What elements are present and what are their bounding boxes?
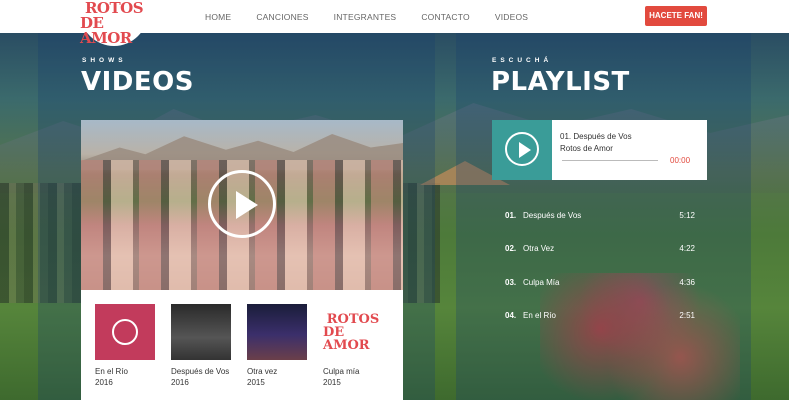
playlist-track[interactable]: 01. Después de Vos 5:12 <box>505 211 695 223</box>
thumb-caption: En el Río 2016 <box>95 366 175 388</box>
track-duration: 4:36 <box>679 278 695 287</box>
thumb-image <box>95 304 155 360</box>
video-player[interactable] <box>81 120 403 290</box>
thumb-logo: ROTOS DE AMOR <box>323 304 383 360</box>
nav-canciones[interactable]: CANCIONES <box>256 12 308 22</box>
video-thumb-4[interactable]: ROTOS DE AMOR Culpa mía 2015 <box>323 304 383 387</box>
thumb-logo-line2: DE AMOR <box>323 324 370 353</box>
playlist-kicker: ESCUCHÁ <box>492 57 553 64</box>
logo[interactable]: ROTOS DE AMOR <box>80 0 148 46</box>
logo-line2: DE AMOR <box>80 13 132 47</box>
playlist-track[interactable]: 03. Culpa Mía 4:36 <box>505 278 695 290</box>
thumb-image <box>247 304 307 360</box>
track-title: Culpa Mía <box>523 278 560 287</box>
track-duration: 4:22 <box>679 244 695 253</box>
progress-bar[interactable] <box>562 160 658 161</box>
thumb-year: 2015 <box>247 378 265 387</box>
main-nav: HOME CANCIONES INTEGRANTES CONTACTO VIDE… <box>205 0 553 33</box>
thumb-year: 2016 <box>95 378 113 387</box>
player-artwork[interactable] <box>492 120 552 180</box>
thumb-title: Otra vez <box>247 367 278 376</box>
video-card: En el Río 2016 Después de Vos 2016 Otra … <box>81 120 403 400</box>
player-time: 00:00 <box>670 156 691 165</box>
thumb-year: 2016 <box>171 378 189 387</box>
videos-kicker: SHOWS <box>82 57 127 64</box>
thumb-caption: Después de Vos 2016 <box>171 366 251 388</box>
thumb-logo-line1: ROTOS <box>326 311 380 327</box>
track-number: 02. <box>505 244 517 253</box>
nav-home[interactable]: HOME <box>205 12 231 22</box>
video-thumb-1[interactable]: En el Río 2016 <box>95 304 155 387</box>
track-duration: 5:12 <box>679 211 695 220</box>
now-playing-artist: Rotos de Amor <box>560 144 613 153</box>
thumb-image <box>171 304 231 360</box>
thumb-caption: Otra vez 2015 <box>247 366 327 388</box>
track-title: En el Río <box>523 311 556 320</box>
track-duration: 2:51 <box>679 311 695 320</box>
playlist-track[interactable]: 02. Otra Vez 4:22 <box>505 244 695 256</box>
now-playing: 01. Después de Vos Rotos de Amor <box>560 131 632 155</box>
video-thumbnails: En el Río 2016 Después de Vos 2016 Otra … <box>81 290 403 400</box>
nav-integrantes[interactable]: INTEGRANTES <box>334 12 397 22</box>
track-number: 03. <box>505 278 517 287</box>
thumb-caption: Culpa mía 2015 <box>323 366 403 388</box>
video-thumb-2[interactable]: Después de Vos 2016 <box>171 304 231 387</box>
track-number: 04. <box>505 311 517 320</box>
video-thumb-3[interactable]: Otra vez 2015 <box>247 304 307 387</box>
nav-videos[interactable]: VIDEOS <box>495 12 528 22</box>
nav-contacto[interactable]: CONTACTO <box>421 12 470 22</box>
thumb-title: En el Río <box>95 367 128 376</box>
playlist-track[interactable]: 04. En el Río 2:51 <box>505 311 695 323</box>
playlist-title: PLAYLIST <box>491 67 630 97</box>
track-title: Después de Vos <box>523 211 582 220</box>
thumb-year: 2015 <box>323 378 341 387</box>
play-icon[interactable] <box>505 132 539 166</box>
hacete-fan-button[interactable]: HACETE FAN! <box>645 6 707 26</box>
thumb-title: Después de Vos <box>171 367 230 376</box>
videos-title: VIDEOS <box>81 67 194 97</box>
thumb-title: Culpa mía <box>323 367 360 376</box>
now-playing-title: 01. Después de Vos <box>560 132 632 141</box>
track-title: Otra Vez <box>523 244 555 253</box>
audio-player: 01. Después de Vos Rotos de Amor 00:00 <box>492 120 707 180</box>
play-icon[interactable] <box>208 170 276 238</box>
track-number: 01. <box>505 211 517 220</box>
